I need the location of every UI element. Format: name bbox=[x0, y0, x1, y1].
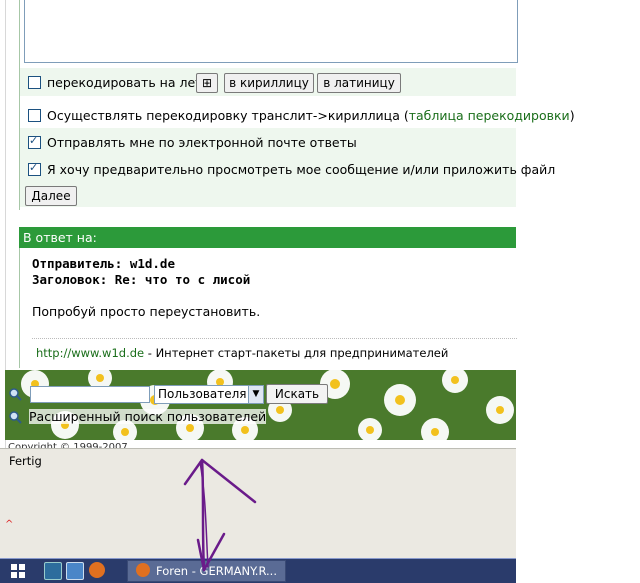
to-cyrillic-button[interactable]: в кириллицу bbox=[224, 73, 314, 93]
daisy-banner bbox=[5, 370, 516, 440]
reply-sender: Отправитель: w1d.de bbox=[32, 256, 175, 271]
keyboard-button[interactable]: ⊞ bbox=[196, 73, 218, 93]
search-type-select[interactable]: Пользователя ▼ bbox=[154, 385, 264, 404]
preview-checkbox[interactable] bbox=[28, 161, 41, 176]
message-textarea[interactable] bbox=[24, 0, 518, 63]
reply-body: Отправитель: w1d.de Заголовок: Re: что т… bbox=[19, 248, 517, 368]
translit-close: ) bbox=[569, 108, 575, 123]
advanced-search-icon bbox=[8, 410, 22, 427]
chevron-down-icon: ▼ bbox=[248, 386, 263, 403]
annotation-arrow bbox=[183, 458, 257, 572]
signature-link[interactable]: http://www.w1d.de bbox=[36, 346, 144, 360]
signature: http://www.w1d.de - Интернет старт-пакет… bbox=[36, 346, 448, 360]
search-type-value: Пользователя bbox=[158, 387, 247, 401]
translit-table-link[interactable]: таблица перекодировки bbox=[409, 108, 570, 123]
windows-flag-icon[interactable] bbox=[10, 563, 26, 579]
transliterate-label: перекодировать на лету bbox=[47, 75, 210, 90]
transliterate-row: перекодировать на лету ⊞ в кириллицу в л… bbox=[20, 68, 516, 96]
email-replies-label: Отправлять мне по электронной почте отве… bbox=[47, 135, 357, 150]
signature-divider bbox=[32, 338, 517, 339]
firefox-icon bbox=[136, 563, 150, 577]
keyboard-icon: ⊞ bbox=[201, 76, 213, 90]
reply-header: В ответ на: bbox=[19, 227, 516, 248]
search-button[interactable]: Искать bbox=[266, 384, 328, 404]
email-replies-checkbox[interactable] bbox=[28, 134, 41, 149]
preview-label: Я хочу предварительно просмотреть мое со… bbox=[47, 162, 556, 177]
next-button[interactable]: Далее bbox=[25, 186, 77, 206]
reply-text: Попробуй просто переустановить. bbox=[32, 304, 261, 319]
caret-up-icon: ^ bbox=[5, 519, 14, 530]
reply-subject: Заголовок: Re: что то с лисой bbox=[32, 272, 251, 287]
preview-row: Я хочу предварительно просмотреть мое со… bbox=[20, 155, 555, 207]
email-replies-row: Отправлять мне по электронной почте отве… bbox=[20, 128, 516, 156]
transliterate-checkbox[interactable] bbox=[28, 76, 41, 89]
search-icon bbox=[8, 387, 22, 404]
to-latin-button[interactable]: в латиницу bbox=[317, 73, 401, 93]
status-text: Fertig bbox=[9, 454, 42, 468]
daisy-field-image bbox=[5, 370, 516, 440]
show-desktop-icon[interactable] bbox=[44, 562, 62, 580]
reply-header-text: В ответ на: bbox=[23, 230, 97, 245]
translit-label: Осуществлять перекодировку транслит->кир… bbox=[47, 108, 409, 123]
translit-row: Осуществлять перекодировку транслит->кир… bbox=[20, 101, 575, 129]
user-search-input[interactable] bbox=[30, 386, 150, 403]
signature-text: - Интернет старт-пакеты для предпринимат… bbox=[144, 346, 449, 360]
firefox-icon[interactable] bbox=[89, 562, 105, 578]
translit-checkbox[interactable] bbox=[28, 109, 41, 122]
internet-explorer-icon[interactable] bbox=[66, 562, 84, 580]
advanced-search-link[interactable]: Расширенный поиск пользователей bbox=[29, 409, 267, 424]
